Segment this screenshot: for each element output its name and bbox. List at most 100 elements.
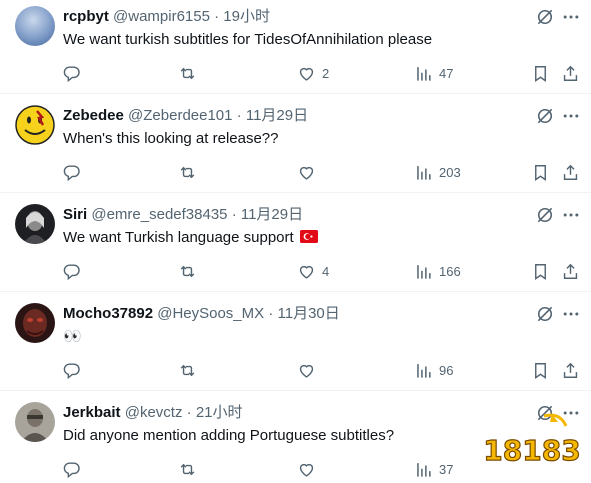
- timestamp[interactable]: 11月29日: [241, 206, 303, 223]
- bookmark-button[interactable]: [531, 260, 550, 282]
- share-button[interactable]: [561, 161, 580, 183]
- retweet-button[interactable]: [178, 260, 203, 282]
- reply-button[interactable]: [62, 359, 87, 381]
- like-count: 4: [322, 263, 330, 279]
- like-button[interactable]: [297, 458, 322, 480]
- user-handle[interactable]: @Zeberdee101: [128, 107, 232, 124]
- bookmark-icon: [535, 164, 546, 181]
- display-name[interactable]: Siri: [63, 206, 87, 223]
- separator: ·: [186, 404, 192, 421]
- more-icon[interactable]: [560, 303, 582, 325]
- timestamp[interactable]: 11月29日: [246, 107, 308, 124]
- bookmark-icon: [535, 362, 546, 379]
- share-button[interactable]: [561, 62, 580, 84]
- retweet-button[interactable]: [178, 458, 203, 480]
- avatar-image: [15, 303, 55, 343]
- view-count: 166: [439, 263, 461, 279]
- bookmark-icon: [535, 263, 546, 280]
- share-icon: [563, 164, 578, 180]
- bookmark-button[interactable]: [531, 359, 550, 381]
- avatar-image: [15, 6, 55, 46]
- like-count: 2: [322, 65, 330, 81]
- user-handle[interactable]: @emre_sedef38435: [91, 206, 227, 223]
- more-icon[interactable]: [560, 105, 582, 127]
- turkey-flag-icon: [299, 230, 318, 243]
- like-button[interactable]: 2: [297, 62, 329, 84]
- timestamp[interactable]: 21小时: [196, 404, 243, 421]
- like-icon: [299, 67, 314, 81]
- bookmark-icon: [535, 65, 546, 82]
- separator: ·: [268, 305, 274, 322]
- timestamp[interactable]: 19小时: [223, 8, 270, 25]
- tweet[interactable]: rcpbyt @wampir6155 · 19小时 We want turkis…: [0, 0, 591, 94]
- separator: ·: [236, 107, 242, 124]
- reply-icon: [63, 164, 80, 181]
- like-icon: [299, 364, 314, 378]
- view-count: 203: [439, 164, 461, 180]
- more-icon[interactable]: [560, 204, 582, 226]
- action-bar: 203: [0, 161, 591, 183]
- retweet-icon: [180, 364, 195, 376]
- tweet[interactable]: Mocho37892 @HeySoos_MX · 11月30日 👀 96: [0, 297, 591, 391]
- retweet-icon: [180, 67, 195, 79]
- like-button[interactable]: [297, 161, 322, 183]
- view-count: 37: [439, 461, 454, 477]
- action-bar: 96: [0, 359, 591, 381]
- avatar[interactable]: [15, 303, 55, 343]
- views-button[interactable]: 203: [414, 161, 461, 183]
- tweet-text: 👀: [63, 328, 82, 345]
- like-button[interactable]: [297, 359, 322, 381]
- like-button[interactable]: 4: [297, 260, 329, 282]
- user-handle[interactable]: @wampir6155: [113, 8, 210, 25]
- reply-button[interactable]: [62, 161, 87, 183]
- reply-button[interactable]: [62, 260, 87, 282]
- user-handle[interactable]: @kevctz: [125, 404, 183, 421]
- retweet-icon: [180, 265, 195, 277]
- bookmark-button[interactable]: [531, 161, 550, 183]
- share-button[interactable]: [561, 359, 580, 381]
- avatar[interactable]: [15, 105, 55, 145]
- tweet[interactable]: Siri @emre_sedef38435 · 11月29日 We want T…: [0, 198, 591, 292]
- share-icon: [563, 362, 578, 378]
- reply-icon: [63, 362, 80, 379]
- tweet-text: Did anyone mention adding Portuguese sub…: [63, 427, 395, 444]
- share-icon: [563, 65, 578, 81]
- retweet-icon: [180, 166, 195, 178]
- display-name[interactable]: Jerkbait: [63, 404, 121, 421]
- tweet-header: rcpbyt @wampir6155 · 19小时: [63, 8, 270, 26]
- avatar[interactable]: [15, 402, 55, 442]
- watermark-logo-image: 18183: [483, 413, 581, 468]
- display-name[interactable]: Zebedee: [63, 107, 124, 124]
- reply-button[interactable]: [62, 62, 87, 84]
- watermark-logo: 18183: [482, 410, 582, 470]
- views-button[interactable]: 96: [414, 359, 453, 381]
- more-icon[interactable]: [560, 6, 582, 28]
- grok-icon[interactable]: [534, 303, 556, 325]
- grok-icon[interactable]: [534, 204, 556, 226]
- views-button[interactable]: 166: [414, 260, 461, 282]
- tweet-text: When's this looking at release??: [63, 130, 279, 147]
- bookmark-button[interactable]: [531, 62, 550, 84]
- reply-button[interactable]: [62, 458, 87, 480]
- separator: ·: [214, 8, 220, 25]
- avatar[interactable]: [15, 204, 55, 244]
- user-handle[interactable]: @HeySoos_MX: [157, 305, 264, 322]
- views-button[interactable]: 37: [414, 458, 453, 480]
- avatar[interactable]: [15, 6, 55, 46]
- share-button[interactable]: [561, 260, 580, 282]
- grok-icon[interactable]: [534, 105, 556, 127]
- timestamp[interactable]: 11月30日: [278, 305, 340, 322]
- retweet-button[interactable]: [178, 359, 203, 381]
- retweet-button[interactable]: [178, 161, 203, 183]
- retweet-button[interactable]: [178, 62, 203, 84]
- tweet[interactable]: Zebedee @Zeberdee101 · 11月29日 When's thi…: [0, 99, 591, 193]
- view-count: 96: [439, 362, 454, 378]
- view-count: 47: [439, 65, 454, 81]
- display-name[interactable]: rcpbyt: [63, 8, 109, 25]
- separator: ·: [231, 206, 237, 223]
- retweet-icon: [180, 463, 195, 475]
- tweet-text-container: We want Turkish language support: [63, 228, 318, 248]
- display-name[interactable]: Mocho37892: [63, 305, 153, 322]
- views-button[interactable]: 47: [414, 62, 453, 84]
- grok-icon[interactable]: [534, 6, 556, 28]
